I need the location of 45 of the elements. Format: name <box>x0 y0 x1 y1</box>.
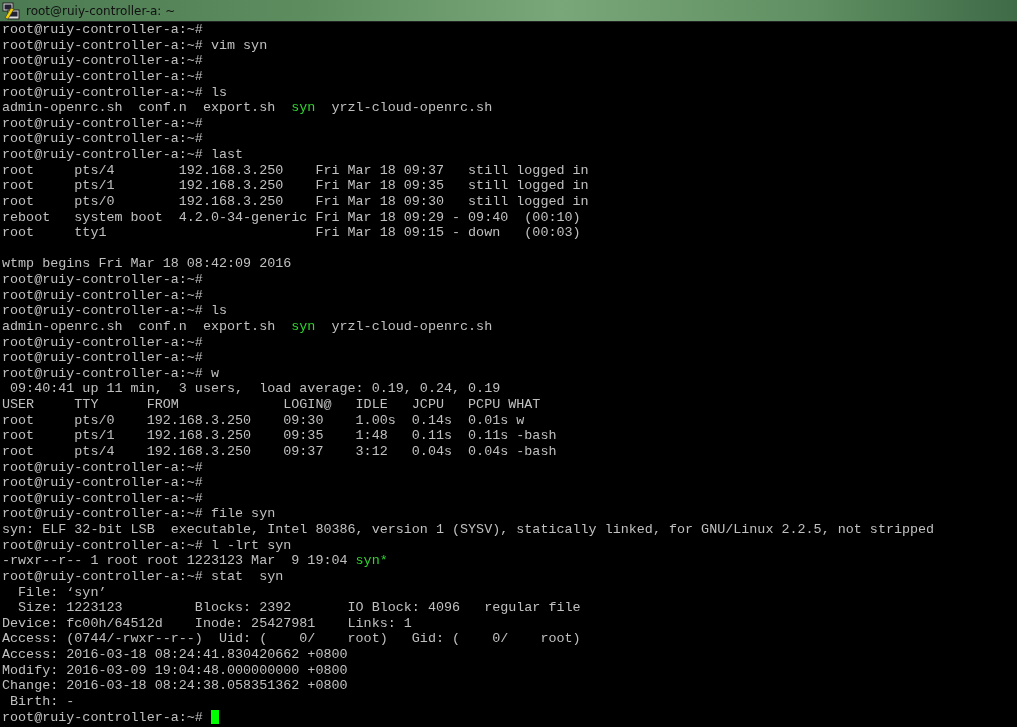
terminal-line: Change: 2016-03-18 08:24:38.058351362 +0800 <box>2 678 348 694</box>
terminal-line: root pts/1 192.168.3.250 09:35 1:48 0.11s 0.11s -bash <box>2 428 557 444</box>
terminal-line: root pts/0 192.168.3.250 Fri Mar 18 09:30 still logged in <box>2 193 589 210</box>
terminal-line: root@ruiy-controller-a:~# <box>2 272 203 288</box>
terminal-line: USER TTY FROM LOGIN@ IDLE JCPU PCPU WHAT <box>2 397 541 413</box>
terminal-line: root@ruiy-controller-a:~# <box>2 115 203 132</box>
terminal-line: root@ruiy-controller-a:~# vim syn <box>2 37 268 54</box>
terminal-line: syn: ELF 32-bit LSB executable, Intel 80386, version 1 (SYSV), statically linked, for GNU/Linux 2.2.5, not stripped <box>2 522 935 538</box>
terminal-line: root@ruiy-controller-a:~# stat syn <box>2 568 284 585</box>
terminal-line: admin-openrc.sh conf.n export.sh syn yrzl-cloud-openrc.sh <box>2 318 493 335</box>
terminal-line: root@ruiy-controller-a:~# ls <box>2 303 227 319</box>
terminal-line: root@ruiy-controller-a:~# <box>2 53 203 69</box>
terminal-line: root pts/0 192.168.3.250 09:30 1.00s 0.14s 0.01s w <box>2 412 525 429</box>
terminal-line: Device: fc00h/64512d Inode: 25427981 Links: 1 <box>2 615 412 632</box>
terminal-line: root@ruiy-controller-a:~# last <box>2 147 244 163</box>
terminal-line: File: ‘syn’ <box>17 584 107 601</box>
terminal-line: root@ruiy-controller-a:~# <box>2 22 203 38</box>
shell-prompt: root@ruiy-controller-a:~# <box>2 709 204 726</box>
terminal-line: Access: (0744/-rwxr--r--) Uid: ( 0/ root) Gid: ( 0/ root) <box>2 631 581 647</box>
terminal-line: root pts/4 192.168.3.250 Fri Mar 18 09:37 still logged in <box>2 162 589 179</box>
terminal-line: Modify: 2016-03-09 19:04:48.000000000 +0800 <box>2 662 348 679</box>
terminal-line: Birth: - <box>9 693 75 710</box>
terminal-line: root@ruiy-controller-a:~# w <box>2 365 219 382</box>
terminal-line: root@ruiy-controller-a:~# ls <box>2 84 227 101</box>
terminal-line: root@ruiy-controller-a:~# <box>2 350 203 366</box>
terminal-line: root@ruiy-controller-a:~# file syn <box>2 506 276 522</box>
terminal-line: root@ruiy-controller-a:~# <box>2 68 203 85</box>
terminal-line: root@ruiy-controller-a:~# <box>2 334 203 351</box>
terminal-line: reboot system boot 4.2.0-34-generic Fri Mar 18 09:29 - 09:40 (00:10) <box>2 209 581 226</box>
terminal-line: wtmp begins Fri Mar 18 08:42:09 2016 <box>2 256 292 272</box>
terminal-line: 09:40:41 up 11 min, 3 users, load average: 0.19, 0.24, 0.19 <box>9 381 501 397</box>
terminal-line: root pts/4 192.168.3.250 09:37 3:12 0.04s 0.04s -bash <box>2 443 557 460</box>
terminal-line: Size: 1223123 Blocks: 2392 IO Block: 4096 regular file <box>17 600 581 616</box>
terminal-line: root@ruiy-controller-a:~# <box>2 131 203 147</box>
terminal-line: root@ruiy-controller-a:~# l -lrt syn <box>2 537 292 554</box>
terminal-line: Access: 2016-03-18 08:24:41.830420662 +0800 <box>2 647 348 663</box>
terminal-line: root@ruiy-controller-a:~# <box>2 287 203 304</box>
terminal-line: -rwxr--r-- 1 root root 1223123 Mar 9 19:04 syn* <box>2 553 388 569</box>
terminal-line: root@ruiy-controller-a:~# <box>2 490 203 507</box>
terminal-line: root tty1 Fri Mar 18 09:15 - down (00:03) <box>2 225 581 241</box>
terminal-line: admin-openrc.sh conf.n export.sh syn yrzl-cloud-openrc.sh <box>2 100 493 116</box>
terminal-line: root pts/1 192.168.3.250 Fri Mar 18 09:35 still logged in <box>2 178 589 194</box>
window-title: root@ruiy-controller-a: ~ <box>26 3 176 18</box>
terminal-line: root@ruiy-controller-a:~# <box>2 475 203 491</box>
terminal-line: root@ruiy-controller-a:~# <box>2 459 203 476</box>
